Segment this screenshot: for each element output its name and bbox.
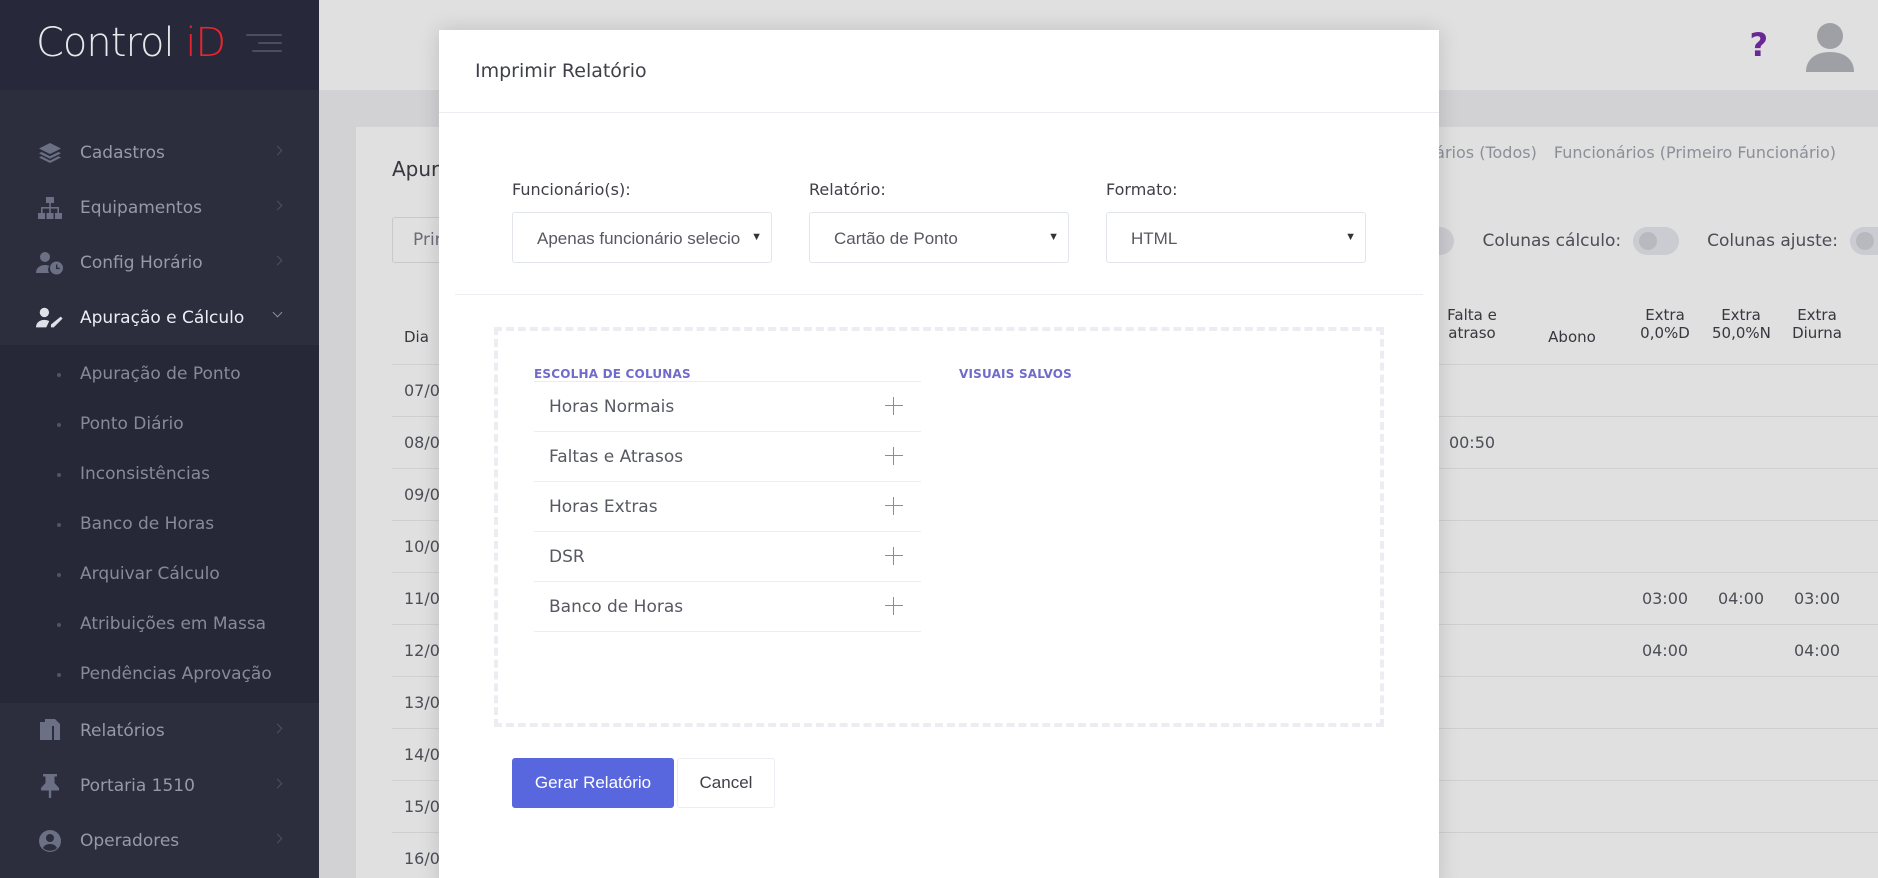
chevron-right-icon: [272, 255, 283, 266]
chevron-right-icon: [272, 778, 283, 789]
sidebar-item-portaria-1510[interactable]: Portaria 1510: [0, 758, 319, 813]
submenu-item-label: Apuração de Ponto: [80, 364, 241, 384]
sidebar-item-label: Config Horário: [80, 252, 203, 273]
submenu-item-apuracao-ponto[interactable]: Apuração de Ponto: [0, 349, 319, 399]
submenu-item-label: Banco de Horas: [80, 514, 215, 534]
imprimir-relatorio-modal: Imprimir Relatório Funcionário(s): Apena…: [439, 30, 1439, 878]
funcionarios-select[interactable]: Apenas funcionário selecio ▼: [512, 212, 772, 263]
sidebar-item-apuracao-calculo[interactable]: Apuração e Cálculo: [0, 290, 319, 345]
caret-down-icon: ▼: [751, 231, 762, 243]
user-circle-icon: [36, 827, 64, 855]
plus-icon[interactable]: [885, 547, 903, 565]
chevron-right-icon: [272, 200, 283, 211]
modal-title: Imprimir Relatório: [475, 60, 647, 82]
column-item-banco-horas[interactable]: Banco de Horas: [534, 582, 921, 632]
user-edit-icon: [36, 304, 64, 332]
sitemap-icon: [36, 194, 64, 222]
thumbtack-icon: [36, 772, 64, 800]
sidebar-item-label: Operadores: [80, 830, 180, 851]
column-item-label: Horas Normais: [549, 396, 675, 417]
chevron-right-icon: [272, 145, 283, 156]
funcionarios-value: Apenas funcionário selecio: [537, 229, 741, 248]
sidebar-menu: Cadastros Equipamentos Config Horário Ap…: [0, 125, 319, 868]
sidebar-item-label: Equipamentos: [80, 197, 202, 218]
column-item-dsr[interactable]: DSR: [534, 532, 921, 582]
column-item-label: Horas Extras: [549, 496, 658, 517]
formato-group: Formato: HTML ▼: [1106, 180, 1366, 263]
sidebar-item-equipamentos[interactable]: Equipamentos: [0, 180, 319, 235]
relatorio-label: Relatório:: [809, 180, 886, 199]
column-item-label: Banco de Horas: [549, 596, 684, 617]
sidebar: Control iD Cadastros Equipamentos Config…: [0, 0, 319, 878]
chevron-right-icon: [272, 833, 283, 844]
chevron-down-icon: [272, 307, 283, 318]
submenu-item-ponto-diario[interactable]: Ponto Diário: [0, 399, 319, 449]
submenu-item-label: Pendências Aprovação: [80, 664, 272, 684]
logo-text: Control: [36, 20, 186, 66]
modal-header: Imprimir Relatório: [439, 30, 1439, 113]
sidebar-item-label: Portaria 1510: [80, 775, 195, 796]
column-chooser: ESCOLHA DE COLUNAS VISUAIS SALVOS Horas …: [494, 327, 1384, 727]
plus-icon[interactable]: [885, 447, 903, 465]
cancel-button[interactable]: Cancel: [677, 758, 775, 808]
copy-icon: [36, 717, 64, 745]
relatorio-select[interactable]: Cartão de Ponto ▼: [809, 212, 1069, 263]
hamburger-menu-icon[interactable]: [246, 34, 282, 54]
saved-views-heading: VISUAIS SALVOS: [959, 367, 1072, 381]
sidebar-item-label: Apuração e Cálculo: [80, 307, 245, 328]
user-clock-icon: [36, 249, 64, 277]
submenu-apuracao: Apuração de Ponto Ponto Diário Inconsist…: [0, 345, 319, 703]
layers-icon: [36, 139, 64, 167]
caret-down-icon: ▼: [1048, 231, 1059, 243]
sidebar-item-relatorios[interactable]: Relatórios: [0, 703, 319, 758]
sidebar-item-operadores[interactable]: Operadores: [0, 813, 319, 868]
formato-value: HTML: [1131, 229, 1178, 248]
sidebar-item-config-horario[interactable]: Config Horário: [0, 235, 319, 290]
plus-icon[interactable]: [885, 397, 903, 415]
sidebar-item-label: Cadastros: [80, 142, 165, 163]
divider: [455, 294, 1423, 295]
report-options: Funcionário(s): Apenas funcionário selec…: [512, 180, 1366, 263]
submenu-item-atribuicoes-massa[interactable]: Atribuições em Massa: [0, 599, 319, 649]
column-item-horas-extras[interactable]: Horas Extras: [534, 482, 921, 532]
plus-icon[interactable]: [885, 597, 903, 615]
submenu-item-label: Inconsistências: [80, 464, 210, 484]
submenu-item-pendencias-aprovacao[interactable]: Pendências Aprovação: [0, 649, 319, 699]
caret-down-icon: ▼: [1345, 231, 1356, 243]
gerar-relatorio-button[interactable]: Gerar Relatório: [512, 758, 674, 808]
columns-list: Horas Normais Faltas e Atrasos Horas Ext…: [534, 381, 921, 632]
submenu-item-inconsistencias[interactable]: Inconsistências: [0, 449, 319, 499]
column-item-horas-normais[interactable]: Horas Normais: [534, 382, 921, 432]
funcionarios-label: Funcionário(s):: [512, 180, 631, 199]
logo[interactable]: Control iD: [36, 20, 226, 66]
logo-accent: iD: [185, 20, 226, 66]
plus-icon[interactable]: [885, 497, 903, 515]
relatorio-group: Relatório: Cartão de Ponto ▼: [809, 180, 1069, 263]
sidebar-item-cadastros[interactable]: Cadastros: [0, 125, 319, 180]
formato-label: Formato:: [1106, 180, 1178, 199]
brand-bar: Control iD: [0, 0, 319, 90]
submenu-item-label: Ponto Diário: [80, 414, 184, 434]
sidebar-item-label: Relatórios: [80, 720, 165, 741]
chevron-right-icon: [272, 723, 283, 734]
columns-heading: ESCOLHA DE COLUNAS: [534, 367, 691, 381]
submenu-item-label: Atribuições em Massa: [80, 614, 267, 634]
submenu-item-arquivar-calculo[interactable]: Arquivar Cálculo: [0, 549, 319, 599]
column-item-faltas-atrasos[interactable]: Faltas e Atrasos: [534, 432, 921, 482]
relatorio-value: Cartão de Ponto: [834, 229, 958, 248]
formato-select[interactable]: HTML ▼: [1106, 212, 1366, 263]
submenu-item-label: Arquivar Cálculo: [80, 564, 220, 584]
submenu-item-banco-horas[interactable]: Banco de Horas: [0, 499, 319, 549]
column-item-label: DSR: [549, 546, 585, 567]
funcionarios-group: Funcionário(s): Apenas funcionário selec…: [512, 180, 772, 263]
column-item-label: Faltas e Atrasos: [549, 446, 684, 467]
